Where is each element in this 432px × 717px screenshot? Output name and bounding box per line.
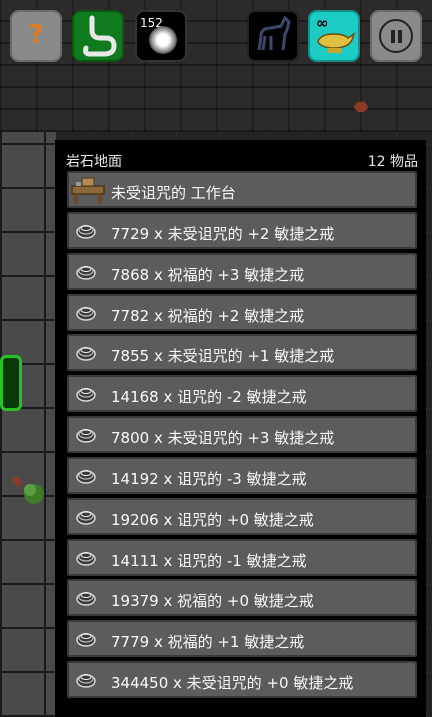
ring-icon <box>75 548 97 568</box>
item-row[interactable]: 14192 x 诅咒的 -3 敏捷之戒 <box>67 456 417 494</box>
floor-items-panel: 岩石地面 12 物品 未受诅咒的 工作台 7729 x 未受诅咒的 +2 敏捷之戒… <box>55 140 426 717</box>
item-row[interactable]: 19379 x 祝福的 +0 敏捷之戒 <box>67 579 417 617</box>
workbench-icon <box>70 174 106 206</box>
green-door[interactable] <box>0 355 22 411</box>
ring-icon <box>75 303 97 323</box>
lamp-status-icon[interactable]: ∞ <box>308 10 360 62</box>
light-orb-icon <box>149 26 177 54</box>
item-label: 7868 x 祝福的 +3 敏捷之戒 <box>111 265 305 284</box>
ring-icon <box>75 425 97 445</box>
plant-monster-sprite[interactable] <box>8 470 48 506</box>
item-label: 14192 x 诅咒的 -3 敏捷之戒 <box>111 469 307 488</box>
item-row[interactable]: 7779 x 祝福的 +1 敏捷之戒 <box>67 620 417 658</box>
horse-icon <box>257 15 291 51</box>
item-label: 7779 x 祝福的 +1 敏捷之戒 <box>111 633 305 652</box>
ring-icon <box>75 221 97 241</box>
item-label: 19379 x 祝福的 +0 敏捷之戒 <box>111 592 314 611</box>
item-row[interactable]: 19206 x 诅咒的 +0 敏捷之戒 <box>67 497 417 535</box>
ring-icon <box>75 670 97 690</box>
item-list: 未受诅咒的 工作台 7729 x 未受诅咒的 +2 敏捷之戒 7868 x 祝福的 … <box>67 171 417 702</box>
ring-icon <box>75 384 97 404</box>
item-row[interactable]: 14168 x 诅咒的 -2 敏捷之戒 <box>67 375 417 413</box>
ring-icon <box>75 466 97 486</box>
item-row[interactable]: 7855 x 未受诅咒的 +1 敏捷之戒 <box>67 334 417 372</box>
light-status-icon[interactable]: 152 <box>135 10 187 62</box>
ring-icon <box>75 507 97 527</box>
pause-icon <box>379 19 413 53</box>
item-row[interactable]: 344450 x 未受诅咒的 +0 敏捷之戒 <box>67 661 417 699</box>
stomach-icon <box>83 15 117 57</box>
help-button[interactable]: ? <box>10 10 62 62</box>
item-label: 7800 x 未受诅咒的 +3 敏捷之戒 <box>111 429 335 448</box>
panel-header: 岩石地面 12 物品 <box>55 140 426 170</box>
panel-title: 岩石地面 <box>66 154 122 170</box>
item-label: 7729 x 未受诅咒的 +2 敏捷之戒 <box>111 224 335 243</box>
stone-floor <box>0 132 56 717</box>
ring-icon <box>75 262 97 282</box>
item-label: 7855 x 未受诅咒的 +1 敏捷之戒 <box>111 347 335 366</box>
item-label: 未受诅咒的 工作台 <box>111 184 236 202</box>
item-row[interactable]: 7782 x 祝福的 +2 敏捷之戒 <box>67 293 417 331</box>
item-label: 14168 x 诅咒的 -2 敏捷之戒 <box>111 388 307 407</box>
item-row[interactable]: 7868 x 祝福的 +3 敏捷之戒 <box>67 252 417 290</box>
ring-icon <box>75 343 97 363</box>
item-count: 12 物品 <box>367 154 418 170</box>
hunger-status-icon[interactable] <box>72 10 124 62</box>
pause-button[interactable] <box>370 10 422 62</box>
ring-icon <box>75 629 97 649</box>
item-row[interactable]: 14111 x 诅咒的 -1 敏捷之戒 <box>67 538 417 576</box>
item-label: 19206 x 诅咒的 +0 敏捷之戒 <box>111 510 314 529</box>
item-label: 7782 x 祝福的 +2 敏捷之戒 <box>111 306 305 325</box>
ring-icon <box>75 588 97 608</box>
item-row[interactable]: 7729 x 未受诅咒的 +2 敏捷之戒 <box>67 211 417 249</box>
monster-sprite[interactable] <box>352 98 370 114</box>
question-icon: ? <box>28 20 44 50</box>
infinity-label: ∞ <box>316 14 329 32</box>
item-row[interactable]: 7800 x 未受诅咒的 +3 敏捷之戒 <box>67 416 417 454</box>
mount-status-icon[interactable] <box>247 10 299 62</box>
item-row[interactable]: 未受诅咒的 工作台 <box>67 171 417 208</box>
item-label: 344450 x 未受诅咒的 +0 敏捷之戒 <box>111 674 354 693</box>
item-label: 14111 x 诅咒的 -1 敏捷之戒 <box>111 551 307 570</box>
